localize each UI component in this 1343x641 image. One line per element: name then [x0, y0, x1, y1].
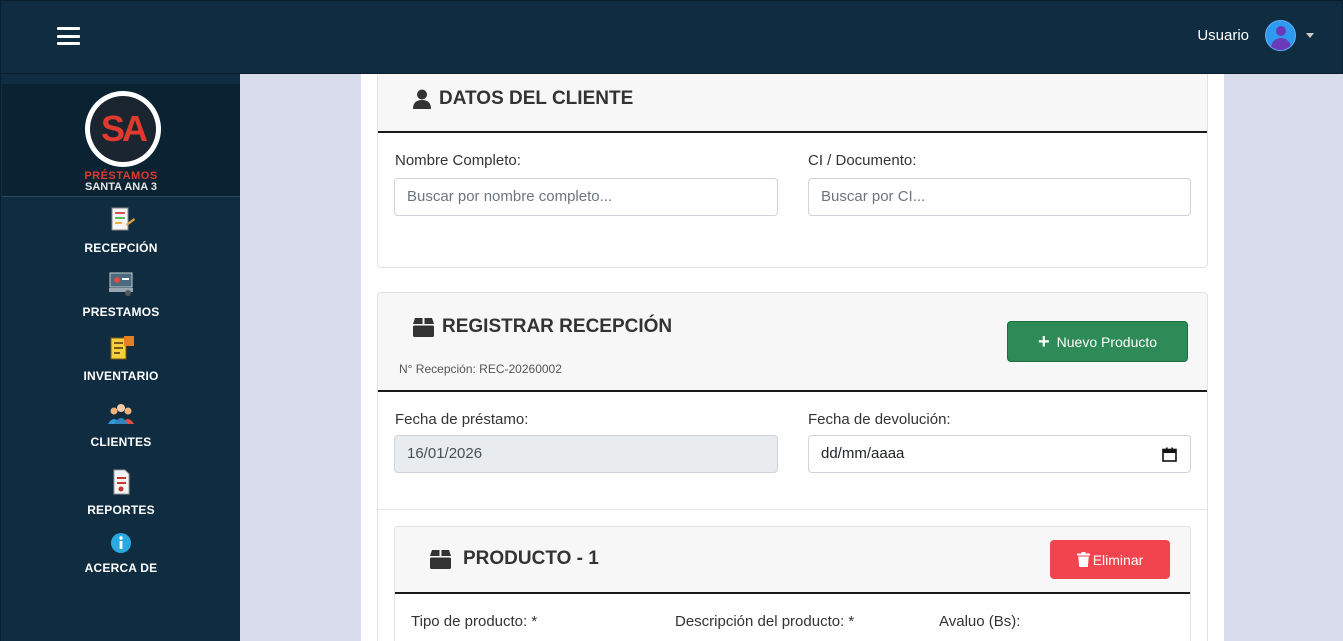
return-date-placeholder: dd/mm/aaaa: [821, 445, 905, 462]
sidebar-item-acerca-de[interactable]: ACERCA DE: [1, 532, 241, 575]
return-date-input[interactable]: dd/mm/aaaa: [808, 435, 1191, 473]
sidebar-item-label: CLIENTES: [90, 435, 152, 449]
caret-down-icon: [1306, 33, 1314, 38]
new-product-button[interactable]: + Nuevo Producto: [1007, 321, 1188, 362]
loans-icon: [109, 272, 133, 296]
doc-search-input[interactable]: Buscar por CI...: [808, 178, 1191, 216]
sidebar-item-label: PRESTAMOS: [82, 305, 160, 319]
reception-icon: [111, 207, 135, 231]
calendar-icon[interactable]: [1162, 447, 1177, 462]
loan-date-field: 16/01/2026: [394, 435, 778, 473]
appraisal-label: Avaluo (Bs):: [939, 613, 1021, 630]
delete-product-button[interactable]: Eliminar: [1050, 540, 1170, 579]
client-section-title: DATOS DEL CLIENTE: [413, 88, 633, 110]
client-card-header: DATOS DEL CLIENTE: [378, 74, 1207, 133]
user-name: Usuario: [1197, 27, 1249, 44]
trash-icon: [1076, 552, 1090, 567]
top-navbar: Usuario: [0, 0, 1343, 74]
logo-text: SA: [100, 108, 148, 149]
product-card-header: PRODUCTO - 1 Eliminar: [395, 527, 1190, 594]
product-description-label: Descripción del producto: *: [675, 613, 855, 630]
delete-label: Eliminar: [1092, 551, 1144, 568]
doc-label: CI / Documento:: [808, 152, 917, 169]
sidebar-item-label: INVENTARIO: [83, 369, 159, 383]
logo-mark: SA: [85, 91, 161, 167]
name-label: Nombre Completo:: [395, 152, 521, 169]
brand-logo: SA PRÉSTAMOS SANTA ANA 3: [2, 84, 240, 197]
reports-icon: [113, 469, 130, 495]
loan-date-label: Fecha de préstamo:: [395, 411, 529, 428]
main-content: DATOS DEL CLIENTE Nombre Completo: Busca…: [361, 74, 1224, 641]
sidebar: SA PRÉSTAMOS SANTA ANA 3 RECEPCIÓN PREST…: [0, 74, 240, 641]
client-title-text: DATOS DEL CLIENTE: [439, 88, 634, 109]
avatar-icon: [1265, 20, 1296, 51]
reception-number: N° Recepción: REC-20260002: [399, 362, 562, 376]
clients-icon: [108, 404, 134, 424]
product-title-text: PRODUCTO - 1: [463, 548, 599, 569]
product-section-title: PRODUCTO - 1: [430, 548, 599, 570]
inventory-icon: [110, 336, 134, 360]
new-product-label: Nuevo Producto: [1056, 333, 1158, 350]
sidebar-item-prestamos[interactable]: PRESTAMOS: [1, 270, 241, 319]
box-icon: [413, 317, 434, 337]
sidebar-item-reportes[interactable]: REPORTES: [1, 468, 241, 517]
menu-toggle-icon[interactable]: [57, 27, 80, 45]
info-icon: [111, 533, 131, 553]
product-card: PRODUCTO - 1 Eliminar Tipo de producto: …: [394, 526, 1191, 641]
reception-card-header: REGISTRAR RECEPCIÓN N° Recepción: REC-20…: [378, 293, 1207, 392]
brand-line-2: SANTA ANA 3: [85, 181, 157, 193]
return-date-label: Fecha de devolución:: [808, 411, 951, 428]
sidebar-item-clientes[interactable]: CLIENTES: [1, 400, 241, 449]
sidebar-item-label: REPORTES: [87, 503, 155, 517]
sidebar-item-inventario[interactable]: INVENTARIO: [1, 334, 241, 383]
reception-card: REGISTRAR RECEPCIÓN N° Recepción: REC-20…: [377, 292, 1208, 641]
name-search-input[interactable]: Buscar por nombre completo...: [394, 178, 778, 216]
plus-icon: +: [1037, 330, 1050, 353]
client-card: DATOS DEL CLIENTE Nombre Completo: Busca…: [377, 74, 1208, 268]
user-menu[interactable]: Usuario: [1197, 20, 1314, 51]
reception-section-title: REGISTRAR RECEPCIÓN: [413, 316, 672, 338]
box-icon: [430, 549, 451, 569]
sidebar-item-label: ACERCA DE: [84, 561, 158, 575]
sidebar-item-label: RECEPCIÓN: [84, 241, 158, 255]
reception-title-text: REGISTRAR RECEPCIÓN: [442, 316, 673, 337]
sidebar-item-recepcion[interactable]: RECEPCIÓN: [1, 206, 241, 255]
user-icon: [413, 89, 431, 109]
divider: [378, 509, 1207, 510]
product-type-label: Tipo de producto: *: [411, 613, 538, 630]
